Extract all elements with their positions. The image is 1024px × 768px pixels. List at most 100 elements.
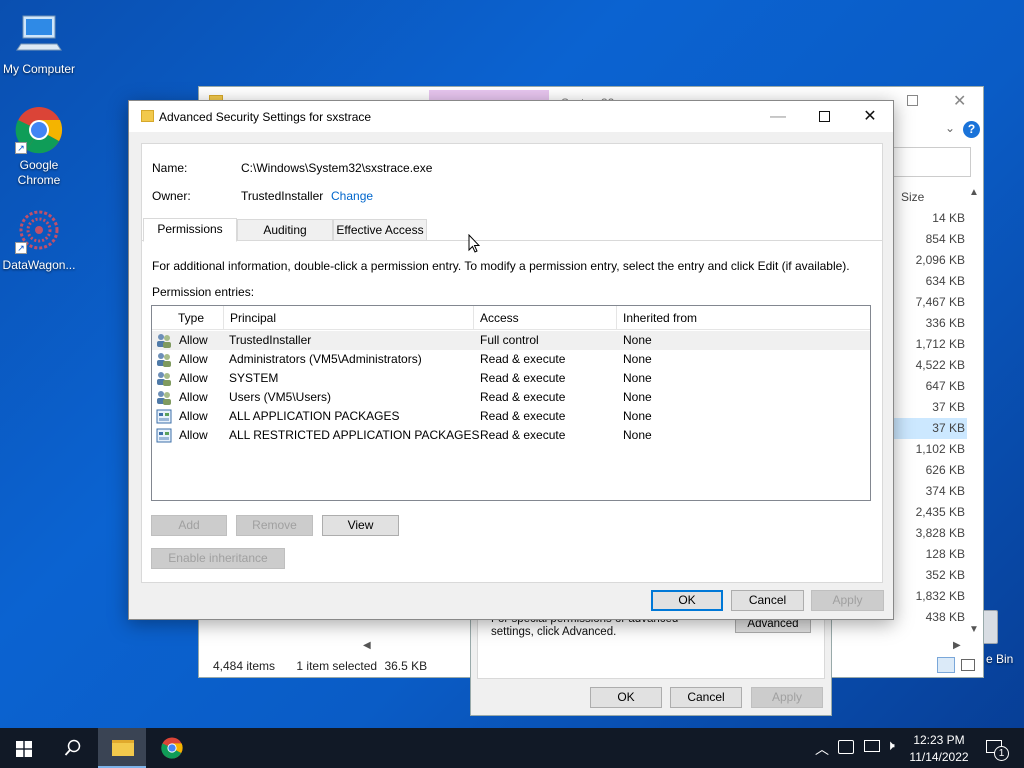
- clock-time[interactable]: 12:23 PM: [906, 733, 972, 747]
- permission-entry-row[interactable]: Allow SYSTEM Read & execute None: [152, 369, 870, 388]
- tab-auditing[interactable]: Auditing: [237, 219, 333, 241]
- volume-tray-icon[interactable]: 🕨: [886, 737, 895, 754]
- enable-inheritance-button[interactable]: Enable inheritance: [151, 548, 285, 569]
- close-icon[interactable]: ✕: [953, 91, 966, 111]
- file-size-cell[interactable]: 336 KB: [893, 313, 967, 334]
- permission-entry-row[interactable]: Allow Users (VM5\Users) Read & execute None: [152, 388, 870, 407]
- entry-type: Allow: [179, 428, 208, 442]
- entry-principal: SYSTEM: [229, 371, 279, 385]
- show-hidden-icons-chevron-icon[interactable]: ︿: [815, 739, 829, 759]
- taskbar-chrome[interactable]: [148, 728, 196, 768]
- notification-center-button[interactable]: 1: [978, 728, 1024, 768]
- expand-ribbon-icon[interactable]: ⌄: [945, 121, 955, 135]
- maximize-button[interactable]: [801, 101, 847, 132]
- search-button[interactable]: [48, 728, 96, 768]
- file-size-cell[interactable]: 37 KB: [893, 397, 967, 418]
- scrollbar-up-icon[interactable]: ▲: [969, 187, 979, 198]
- properties-dialog[interactable]: For special permissions or advanced sett…: [470, 608, 832, 716]
- desktop-icon-my-computer[interactable]: My Computer: [1, 10, 77, 77]
- start-button[interactable]: [0, 728, 48, 768]
- permission-entries-list[interactable]: Type Principal Access Inherited from All…: [151, 305, 871, 501]
- file-size-cell[interactable]: 634 KB: [893, 271, 967, 292]
- ok-button[interactable]: OK: [651, 590, 723, 611]
- file-size-cell[interactable]: 2,096 KB: [893, 250, 967, 271]
- file-size-cell[interactable]: 2,435 KB: [893, 502, 967, 523]
- file-size-cell[interactable]: 647 KB: [893, 376, 967, 397]
- help-icon[interactable]: ?: [963, 121, 980, 138]
- file-size-cell[interactable]: 1,832 KB: [893, 586, 967, 607]
- entry-access: Read & execute: [480, 390, 566, 404]
- file-size-cell[interactable]: 7,467 KB: [893, 292, 967, 313]
- entry-access: Read & execute: [480, 371, 566, 385]
- file-size-cell[interactable]: 1,102 KB: [893, 439, 967, 460]
- desktop-icon-label: My Computer: [2, 62, 76, 76]
- cancel-button[interactable]: Cancel: [731, 590, 804, 611]
- column-header-type[interactable]: Type: [172, 306, 224, 330]
- maximize-icon[interactable]: [907, 95, 918, 106]
- package-icon: [156, 409, 172, 424]
- props-ok-button[interactable]: OK: [590, 687, 662, 708]
- list-header: Type Principal Access Inherited from: [152, 306, 870, 330]
- permission-entry-row[interactable]: Allow ALL RESTRICTED APPLICATION PACKAGES…: [152, 426, 870, 445]
- entry-inherited: None: [623, 428, 652, 442]
- chrome-icon: ↗: [15, 106, 63, 154]
- file-size-cell[interactable]: 128 KB: [893, 544, 967, 565]
- large-icons-view-icon[interactable]: [961, 659, 975, 671]
- entry-type: Allow: [179, 352, 208, 366]
- scrollbar-down-icon[interactable]: ▼: [969, 624, 979, 635]
- hscroll-right-icon[interactable]: ▶: [953, 640, 961, 651]
- file-size-cell[interactable]: 3,828 KB: [893, 523, 967, 544]
- maximize-icon: [818, 111, 830, 123]
- security-tray-icon[interactable]: [838, 740, 854, 754]
- column-header-principal[interactable]: Principal: [224, 306, 474, 330]
- clock-date[interactable]: 11/14/2022: [906, 750, 972, 764]
- taskbar-file-explorer[interactable]: [98, 728, 146, 768]
- desktop-icon-google-chrome[interactable]: ↗ Google Chrome: [1, 106, 77, 188]
- package-icon: [156, 428, 172, 443]
- file-size-cell[interactable]: 4,522 KB: [893, 355, 967, 376]
- props-cancel-button[interactable]: Cancel: [670, 687, 742, 708]
- permission-entry-row[interactable]: Allow TrustedInstaller Full control None: [152, 331, 870, 350]
- tab-permissions[interactable]: Permissions: [143, 218, 237, 242]
- add-button[interactable]: Add: [151, 515, 227, 536]
- tab-effective-access[interactable]: Effective Access: [333, 219, 427, 241]
- props-apply-button[interactable]: Apply: [751, 687, 823, 708]
- close-button[interactable]: ✕: [847, 101, 893, 132]
- desktop-icon-datawagon[interactable]: ↗ DataWagon...: [1, 206, 77, 273]
- advanced-security-dialog[interactable]: Advanced Security Settings for sxstrace …: [128, 100, 894, 620]
- entry-principal: ALL APPLICATION PACKAGES: [229, 409, 400, 423]
- notification-count-badge: 1: [994, 746, 1009, 761]
- file-size-cell[interactable]: 14 KB: [893, 208, 967, 229]
- permission-entry-row[interactable]: Allow Administrators (VM5\Administrators)…: [152, 350, 870, 369]
- file-size-cell[interactable]: 438 KB: [893, 607, 967, 628]
- column-header-access[interactable]: Access: [474, 306, 617, 330]
- file-size-cell[interactable]: 374 KB: [893, 481, 967, 502]
- folder-icon: [141, 110, 154, 122]
- file-size-cell[interactable]: 352 KB: [893, 565, 967, 586]
- entry-principal: TrustedInstaller: [229, 333, 312, 347]
- apply-button[interactable]: Apply: [811, 590, 884, 611]
- search-icon: [64, 739, 81, 756]
- column-header-size[interactable]: Size: [901, 190, 924, 204]
- file-size-cell[interactable]: 1,712 KB: [893, 334, 967, 355]
- view-button[interactable]: View: [322, 515, 399, 536]
- file-size-cell[interactable]: 854 KB: [893, 229, 967, 250]
- remove-button[interactable]: Remove: [236, 515, 313, 536]
- dialog-titlebar[interactable]: Advanced Security Settings for sxstrace …: [129, 101, 893, 132]
- column-header-inherited[interactable]: Inherited from: [617, 306, 870, 330]
- file-size-cell[interactable]: 626 KB: [893, 460, 967, 481]
- hscroll-left-icon[interactable]: ◀: [363, 640, 371, 651]
- details-view-icon[interactable]: [937, 657, 955, 673]
- users-icon: [156, 390, 172, 405]
- status-size: 36.5 KB: [384, 659, 428, 673]
- status-items: 4,484 items: [213, 659, 276, 673]
- dialog-title: Advanced Security Settings for sxstrace: [159, 110, 372, 124]
- network-tray-icon[interactable]: [864, 740, 880, 752]
- users-icon: [156, 352, 172, 367]
- search-box[interactable]: [893, 147, 971, 177]
- permission-entry-row[interactable]: Allow ALL APPLICATION PACKAGES Read & exec…: [152, 407, 870, 426]
- file-size-cell[interactable]: 37 KB: [893, 418, 967, 439]
- change-owner-link[interactable]: Change: [331, 189, 373, 203]
- minimize-button[interactable]: —: [755, 101, 801, 132]
- windows-logo-icon: [16, 741, 32, 757]
